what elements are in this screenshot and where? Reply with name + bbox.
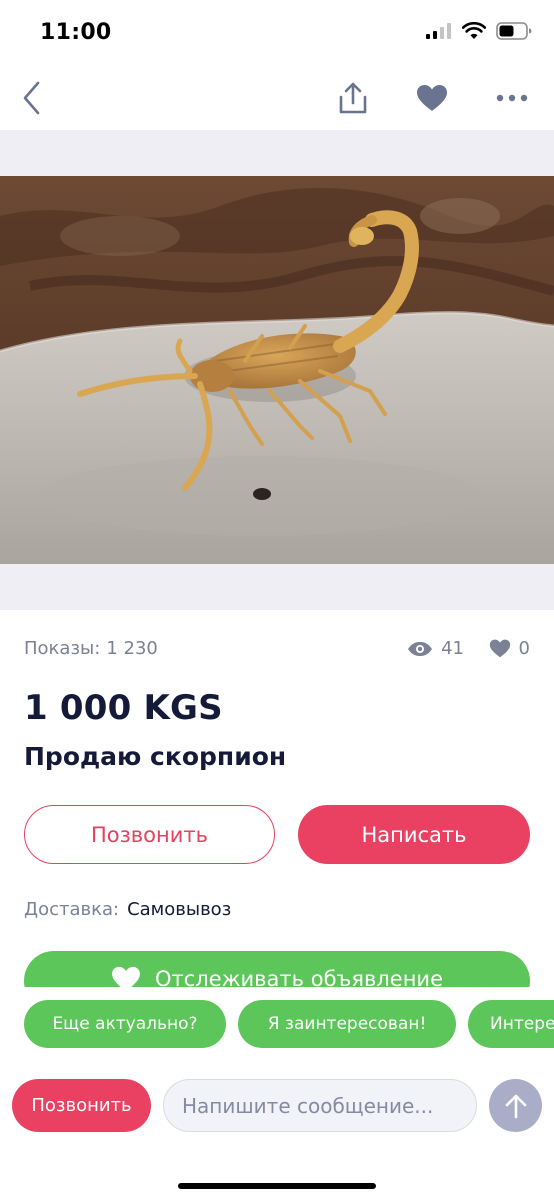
cellular-signal-icon: [426, 23, 451, 39]
back-button[interactable]: [12, 78, 52, 118]
more-icon: [496, 94, 528, 102]
delivery-label: Доставка:: [24, 899, 120, 920]
status-icons: [426, 22, 532, 40]
share-icon: [339, 82, 367, 114]
scorpion-photo-image: [0, 176, 554, 564]
impressions-label: Показы:: [24, 638, 101, 659]
heart-icon: [489, 639, 510, 658]
write-button[interactable]: Написать: [298, 805, 530, 864]
ad-stats: Показы: 1 230 41 0: [24, 638, 530, 662]
wifi-icon: [462, 22, 486, 39]
favorites-counter: 0: [489, 638, 530, 659]
more-button[interactable]: [492, 78, 532, 118]
quick-reply-chip[interactable]: Еще актуально?: [24, 1000, 226, 1048]
impressions-value: 1 230: [106, 638, 158, 659]
message-composer-panel: Еще актуально? Я заинтересован! Интересн…: [0, 987, 554, 1200]
chevron-left-icon: [23, 81, 40, 115]
ad-title: Продаю скорпион: [24, 742, 287, 771]
battery-icon: [496, 22, 532, 40]
views-count: 41: [441, 638, 464, 659]
message-input[interactable]: [163, 1079, 477, 1132]
delivery-value: Самовывоз: [127, 899, 232, 920]
arrow-up-icon: [505, 1094, 526, 1118]
composer-call-button[interactable]: Позвонить: [12, 1079, 151, 1132]
favorites-count: 0: [518, 638, 530, 659]
favorite-button[interactable]: [412, 78, 452, 118]
delivery-info: Доставка: Самовывоз: [24, 899, 231, 920]
ad-photo[interactable]: [0, 176, 554, 564]
send-button[interactable]: [489, 1079, 542, 1132]
quick-reply-chip[interactable]: Интересно: [468, 1000, 554, 1048]
status-bar: 11:00: [0, 0, 554, 64]
quick-replies: Еще актуально? Я заинтересован! Интересн…: [24, 1000, 554, 1048]
views-counter: 41: [407, 638, 464, 659]
status-time: 11:00: [40, 20, 112, 45]
ad-price: 1 000 KGS: [24, 688, 223, 728]
impressions: Показы: 1 230: [24, 638, 158, 659]
nav-bar: [0, 64, 554, 130]
quick-reply-chip[interactable]: Я заинтересован!: [238, 1000, 456, 1048]
eye-icon: [408, 641, 433, 656]
call-button[interactable]: Позвонить: [24, 805, 275, 864]
photo-gallery[interactable]: [0, 130, 554, 610]
heart-icon: [417, 85, 447, 111]
share-button[interactable]: [333, 78, 373, 118]
home-indicator: [178, 1183, 376, 1189]
